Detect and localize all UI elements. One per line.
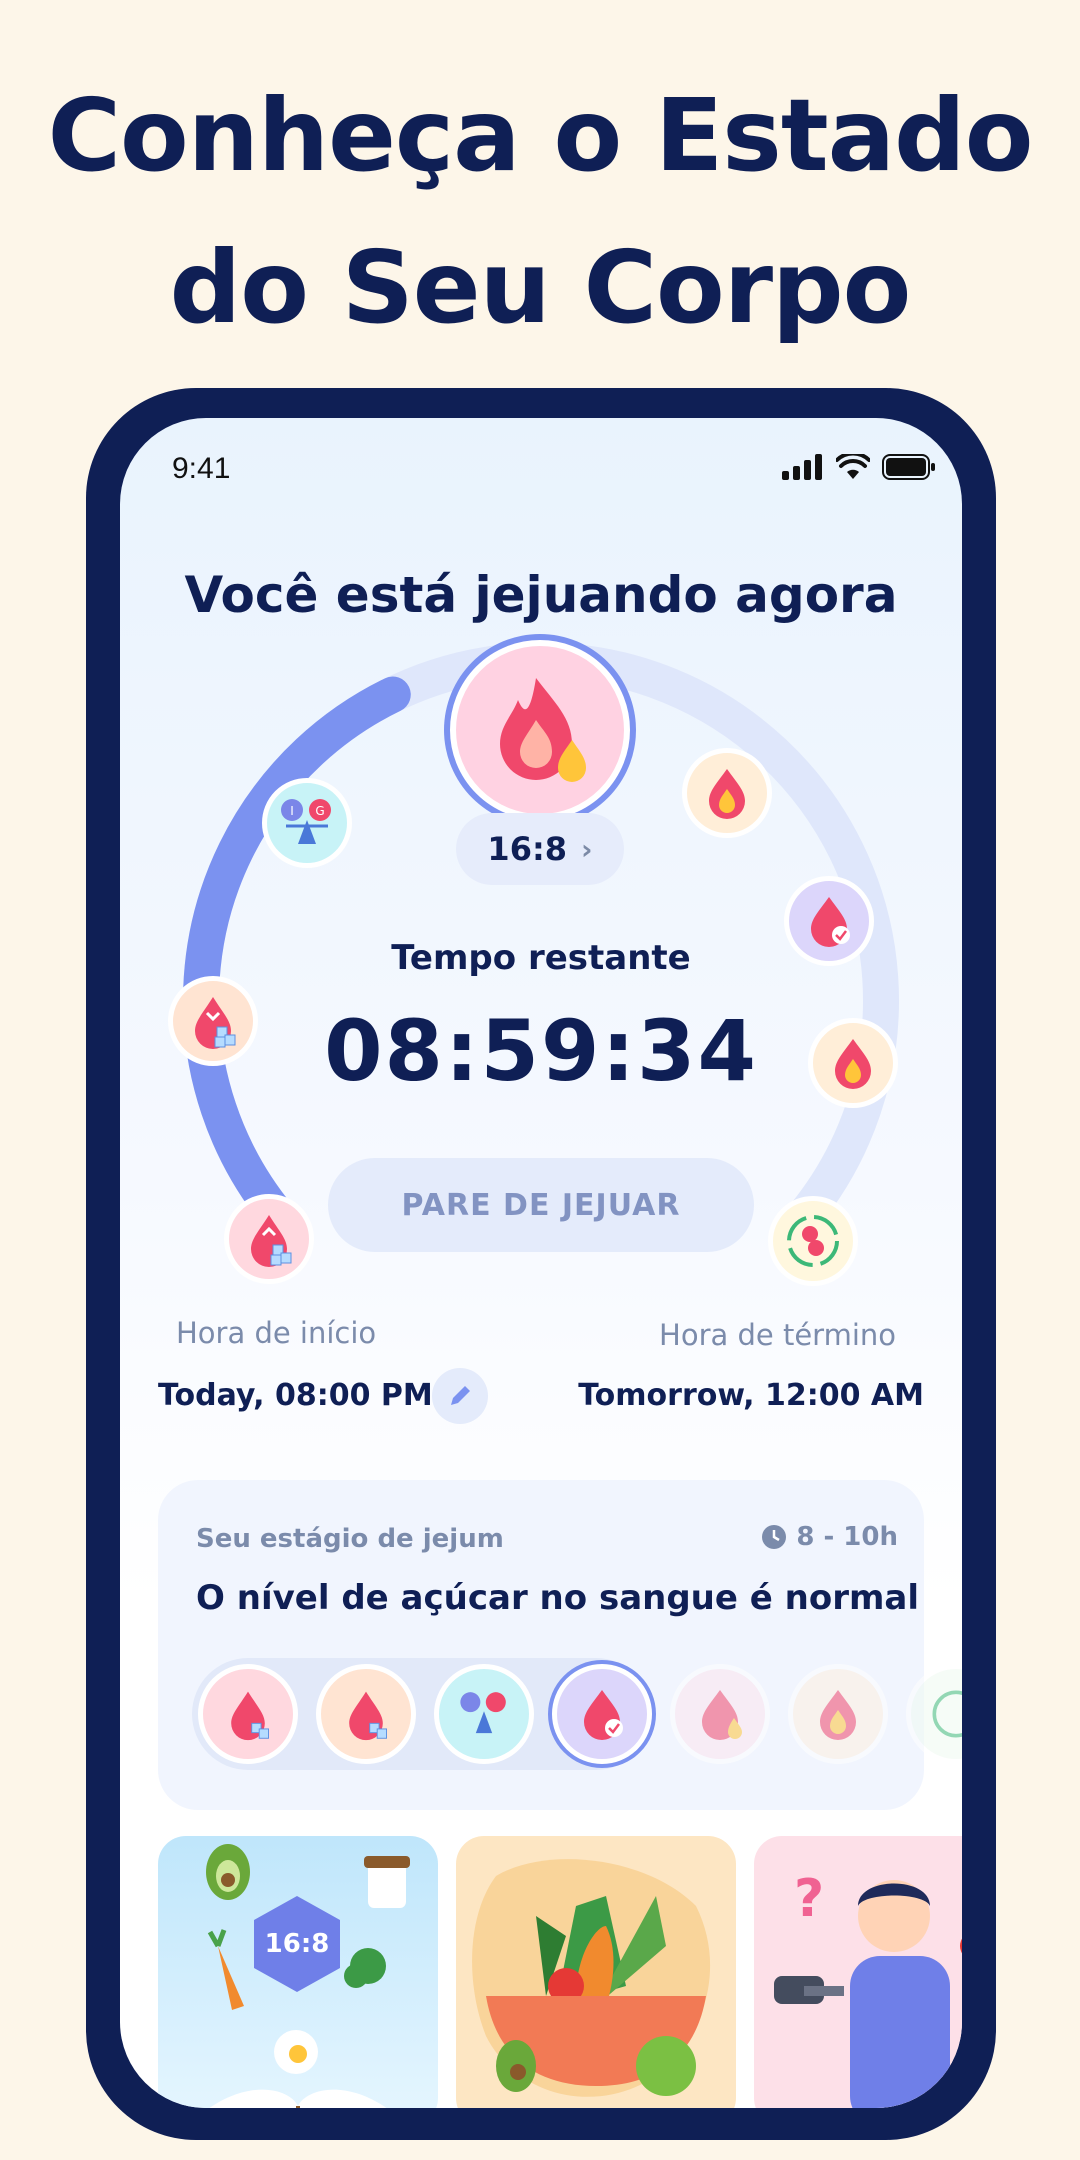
stage-chip-autophagy[interactable] [906, 1664, 962, 1764]
edit-start-time-button[interactable] [432, 1368, 488, 1424]
chevron-right-icon: › [581, 832, 593, 866]
start-time-value: Today, 08:00 PM [158, 1378, 433, 1413]
clock-icon [762, 1525, 787, 1549]
exercise-illustration: ? [774, 1869, 962, 2108]
stage-kicker: Seu estágio de jejum [196, 1524, 504, 1554]
stage-title: O nível de açúcar no sangue é normal [196, 1578, 920, 1618]
end-time-value: Tomorrow, 12:00 AM [578, 1378, 924, 1413]
phone-screen: 9:41 Você está jejuando agora I G 16:8 ›… [120, 418, 962, 2108]
stage-chip-flame[interactable] [788, 1664, 888, 1764]
end-time-label: Hora de término [659, 1318, 896, 1352]
svg-text:I: I [290, 804, 294, 818]
blood-sugar-rising-icon[interactable] [224, 1194, 314, 1284]
svg-text:G: G [315, 804, 324, 818]
fasting-stage-card[interactable]: Seu estágio de jejum 8 - 10h O nível de … [158, 1480, 962, 1810]
fasting-plan-label: 16:8 [487, 830, 568, 868]
stage-chip-insulin-glucagon[interactable] [434, 1664, 534, 1764]
fasting-guide-article[interactable]: 16:8 [158, 1836, 438, 2108]
start-time-label: Hora de início [176, 1316, 377, 1350]
stage-hours: 8 - 10h [760, 1522, 898, 1552]
remaining-label: Tempo restante [391, 938, 691, 978]
headline: Conheça o Estado do Seu Corpo [0, 60, 1080, 364]
autophagy-cells-icon[interactable] [768, 1196, 858, 1286]
fasting-plan-button[interactable]: 16:8 › [456, 813, 624, 885]
remaining-timer: 08:59:34 [324, 1002, 758, 1100]
headline-line-2: do Seu Corpo [169, 229, 912, 346]
stage-chip-blood-sugar-normal[interactable] [552, 1664, 652, 1764]
insulin-glucagon-balance-icon[interactable]: I G [262, 778, 352, 868]
stage-chip-fat-burning[interactable] [670, 1664, 770, 1764]
stage-chip-blood-sugar-falling[interactable] [316, 1664, 416, 1764]
stage-hours-value: 8 - 10h [796, 1522, 898, 1552]
exercise-question-article[interactable]: ? [754, 1836, 962, 2108]
stop-fasting-button[interactable]: PARE DE JEJUAR [328, 1158, 754, 1252]
stage-chip-blood-sugar-rising[interactable] [198, 1664, 298, 1764]
svg-text:?: ? [794, 1869, 824, 1929]
pencil-icon [451, 1386, 470, 1405]
fat-burning-flame-icon[interactable] [450, 640, 630, 820]
flame-icon[interactable] [682, 748, 772, 838]
healthy-food-article[interactable] [456, 1836, 736, 2108]
headline-line-1: Conheça o Estado [47, 77, 1034, 194]
healthy-food-illustration [472, 1859, 711, 2097]
